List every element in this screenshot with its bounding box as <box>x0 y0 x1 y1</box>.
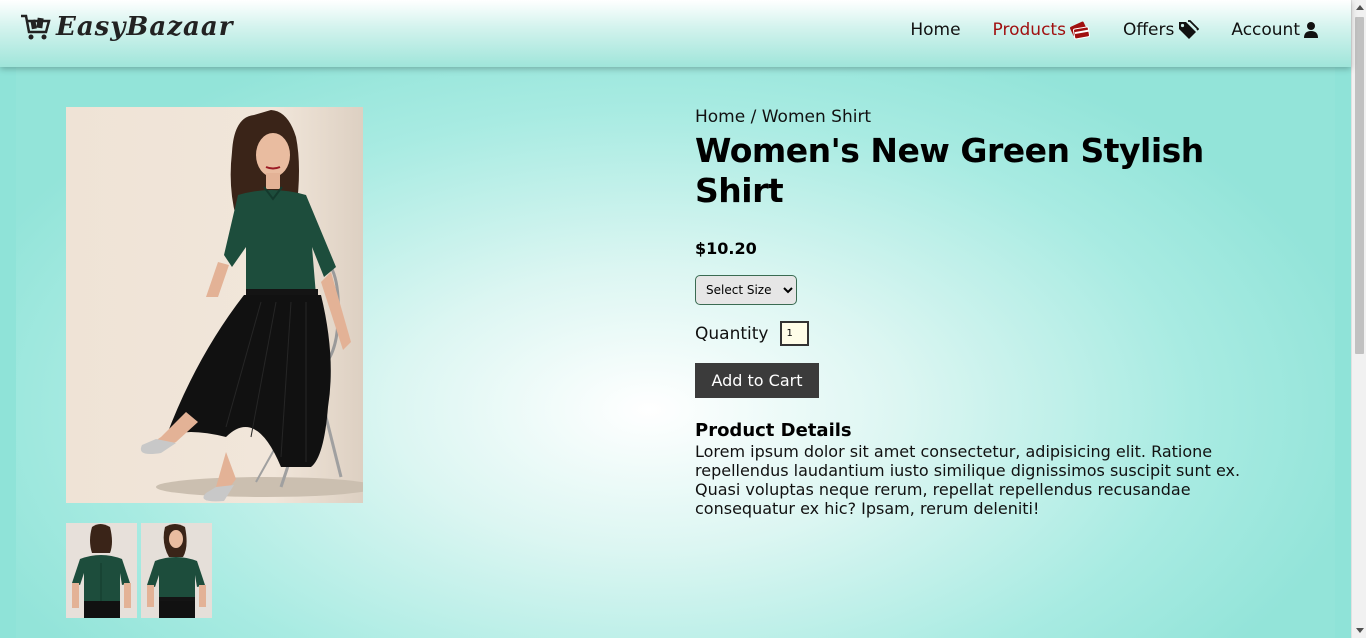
nav-products-label: Products <box>992 20 1066 40</box>
product-title: Women's New Green Stylish Shirt <box>695 131 1204 210</box>
model-figure-illustration <box>140 110 363 502</box>
quantity-row: Quantity <box>695 321 1295 346</box>
nav-account[interactable]: Account <box>1231 20 1319 40</box>
shopping-cart-icon <box>21 14 51 40</box>
product-thumbnail-back[interactable] <box>66 523 137 618</box>
page-scrollbar[interactable] <box>1351 0 1366 638</box>
nav-products[interactable]: Products <box>993 20 1091 40</box>
product-details-heading: Product Details <box>695 420 852 441</box>
scroll-down-arrow-icon[interactable] <box>1352 623 1366 638</box>
product-info: Home / Women Shirt Women's New Green Sty… <box>695 107 1295 518</box>
size-select[interactable]: Select Size <box>695 275 797 305</box>
product-details-text: Lorem ipsum dolor sit amet consectetur, … <box>695 442 1241 518</box>
nav-offers-label: Offers <box>1122 20 1175 40</box>
nav-offers[interactable]: Offers <box>1122 20 1200 40</box>
product-thumbnail-front[interactable] <box>141 523 212 618</box>
scroll-up-arrow-icon[interactable] <box>1352 0 1366 15</box>
nav-account-label: Account <box>1231 20 1300 40</box>
brand-name: EasyBazaar <box>56 12 234 42</box>
quantity-label: Quantity <box>695 323 769 344</box>
tag-icon <box>1179 20 1200 39</box>
nav-home[interactable]: Home <box>910 20 960 40</box>
main-nav: Home Products Offers Account <box>910 20 1319 40</box>
product-panel: Home / Women Shirt Women's New Green Sty… <box>16 67 1335 638</box>
product-price: $10.20 <box>695 239 757 258</box>
breadcrumb: Home / Women Shirt <box>695 107 872 127</box>
scrollbar-thumb[interactable] <box>1355 17 1364 354</box>
add-to-cart-button[interactable]: Add to Cart <box>695 363 819 398</box>
product-main-image[interactable] <box>66 107 363 503</box>
quantity-input[interactable] <box>780 321 810 346</box>
site-header: EasyBazaar Home Products Offers Account <box>0 0 1351 67</box>
brand-logo[interactable]: EasyBazaar <box>20 12 233 42</box>
nav-home-label: Home <box>910 20 961 40</box>
user-icon <box>1304 22 1318 38</box>
credit-card-icon <box>1069 21 1090 40</box>
